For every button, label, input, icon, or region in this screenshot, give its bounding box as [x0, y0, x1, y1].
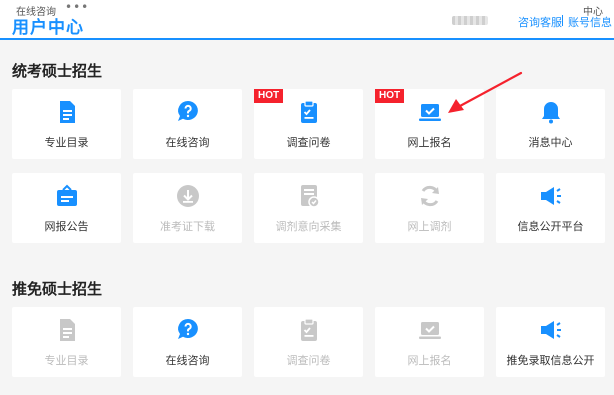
page-title: 用户中心	[12, 18, 84, 38]
question-bubble-icon	[175, 99, 201, 125]
service-card-label: 网上调剂	[407, 219, 452, 233]
clipboard-icon	[296, 317, 322, 343]
service-card-label: 信息公开平台	[517, 219, 584, 233]
service-card-label: 网上报名	[407, 353, 452, 367]
service-card-label: 消息中心	[528, 135, 573, 149]
service-card-label: 在线咨询	[165, 353, 210, 367]
hot-badge: HOT	[254, 89, 284, 103]
service-card[interactable]: 消息中心	[496, 89, 605, 159]
intent-form-icon	[296, 183, 322, 209]
service-card: 专业目录	[12, 307, 121, 377]
service-card[interactable]: 推免录取信息公开	[496, 307, 605, 377]
nav-divider	[562, 15, 563, 26]
service-card: 调查问卷	[254, 307, 363, 377]
section-title-recommended-exempt: 推免硕士招生	[12, 280, 103, 298]
service-card-label: 在线咨询	[165, 135, 210, 149]
hot-badge: HOT	[375, 89, 405, 103]
service-card-label: 调剂意向采集	[275, 219, 342, 233]
section-title-unified-exam: 统考硕士招生	[12, 62, 103, 80]
service-card[interactable]: 网上报名 HOT	[375, 89, 484, 159]
list-document-icon	[54, 99, 80, 125]
question-bubble-icon	[175, 317, 201, 343]
service-card-label: 准考证下载	[160, 219, 215, 233]
blurred-username	[452, 16, 488, 25]
list-document-icon	[54, 317, 80, 343]
service-card[interactable]: 信息公开平台	[496, 173, 605, 243]
service-card[interactable]: 专业目录	[12, 89, 121, 159]
service-card-label: 调查问卷	[286, 353, 331, 367]
service-card-label: 推免录取信息公开	[506, 353, 595, 367]
more-dots-icon[interactable]: •••	[65, 0, 89, 14]
service-card-label: 专业目录	[44, 353, 89, 367]
service-card[interactable]: 在线咨询	[133, 307, 242, 377]
service-card: 网上调剂	[375, 173, 484, 243]
service-card: 调剂意向采集	[254, 173, 363, 243]
refresh-icon	[417, 183, 443, 209]
customer-service-link[interactable]: 咨询客服	[518, 14, 562, 30]
megaphone-icon	[538, 183, 564, 209]
service-card-label: 调查问卷	[286, 135, 331, 149]
bell-icon	[538, 99, 564, 125]
service-card[interactable]: 网报公告	[12, 173, 121, 243]
service-card-label: 网上报名	[407, 135, 452, 149]
service-card[interactable]: 在线咨询	[133, 89, 242, 159]
account-info-link[interactable]: 账号信息	[568, 14, 612, 30]
service-card: 准考证下载	[133, 173, 242, 243]
clipboard-icon	[296, 99, 322, 125]
service-card[interactable]: 调查问卷 HOT	[254, 89, 363, 159]
service-card-label: 专业目录	[44, 135, 89, 149]
laptop-check-icon	[417, 99, 443, 125]
service-card: 网上报名	[375, 307, 484, 377]
download-icon	[175, 183, 201, 209]
megaphone-icon	[538, 317, 564, 343]
laptop-check-icon	[417, 317, 443, 343]
announcement-board-icon	[54, 183, 80, 209]
top-navigation-bar: 在线咨询 ••• 用户中心 中心 咨询客服 账号信息	[0, 0, 614, 40]
service-card-label: 网报公告	[44, 219, 89, 233]
